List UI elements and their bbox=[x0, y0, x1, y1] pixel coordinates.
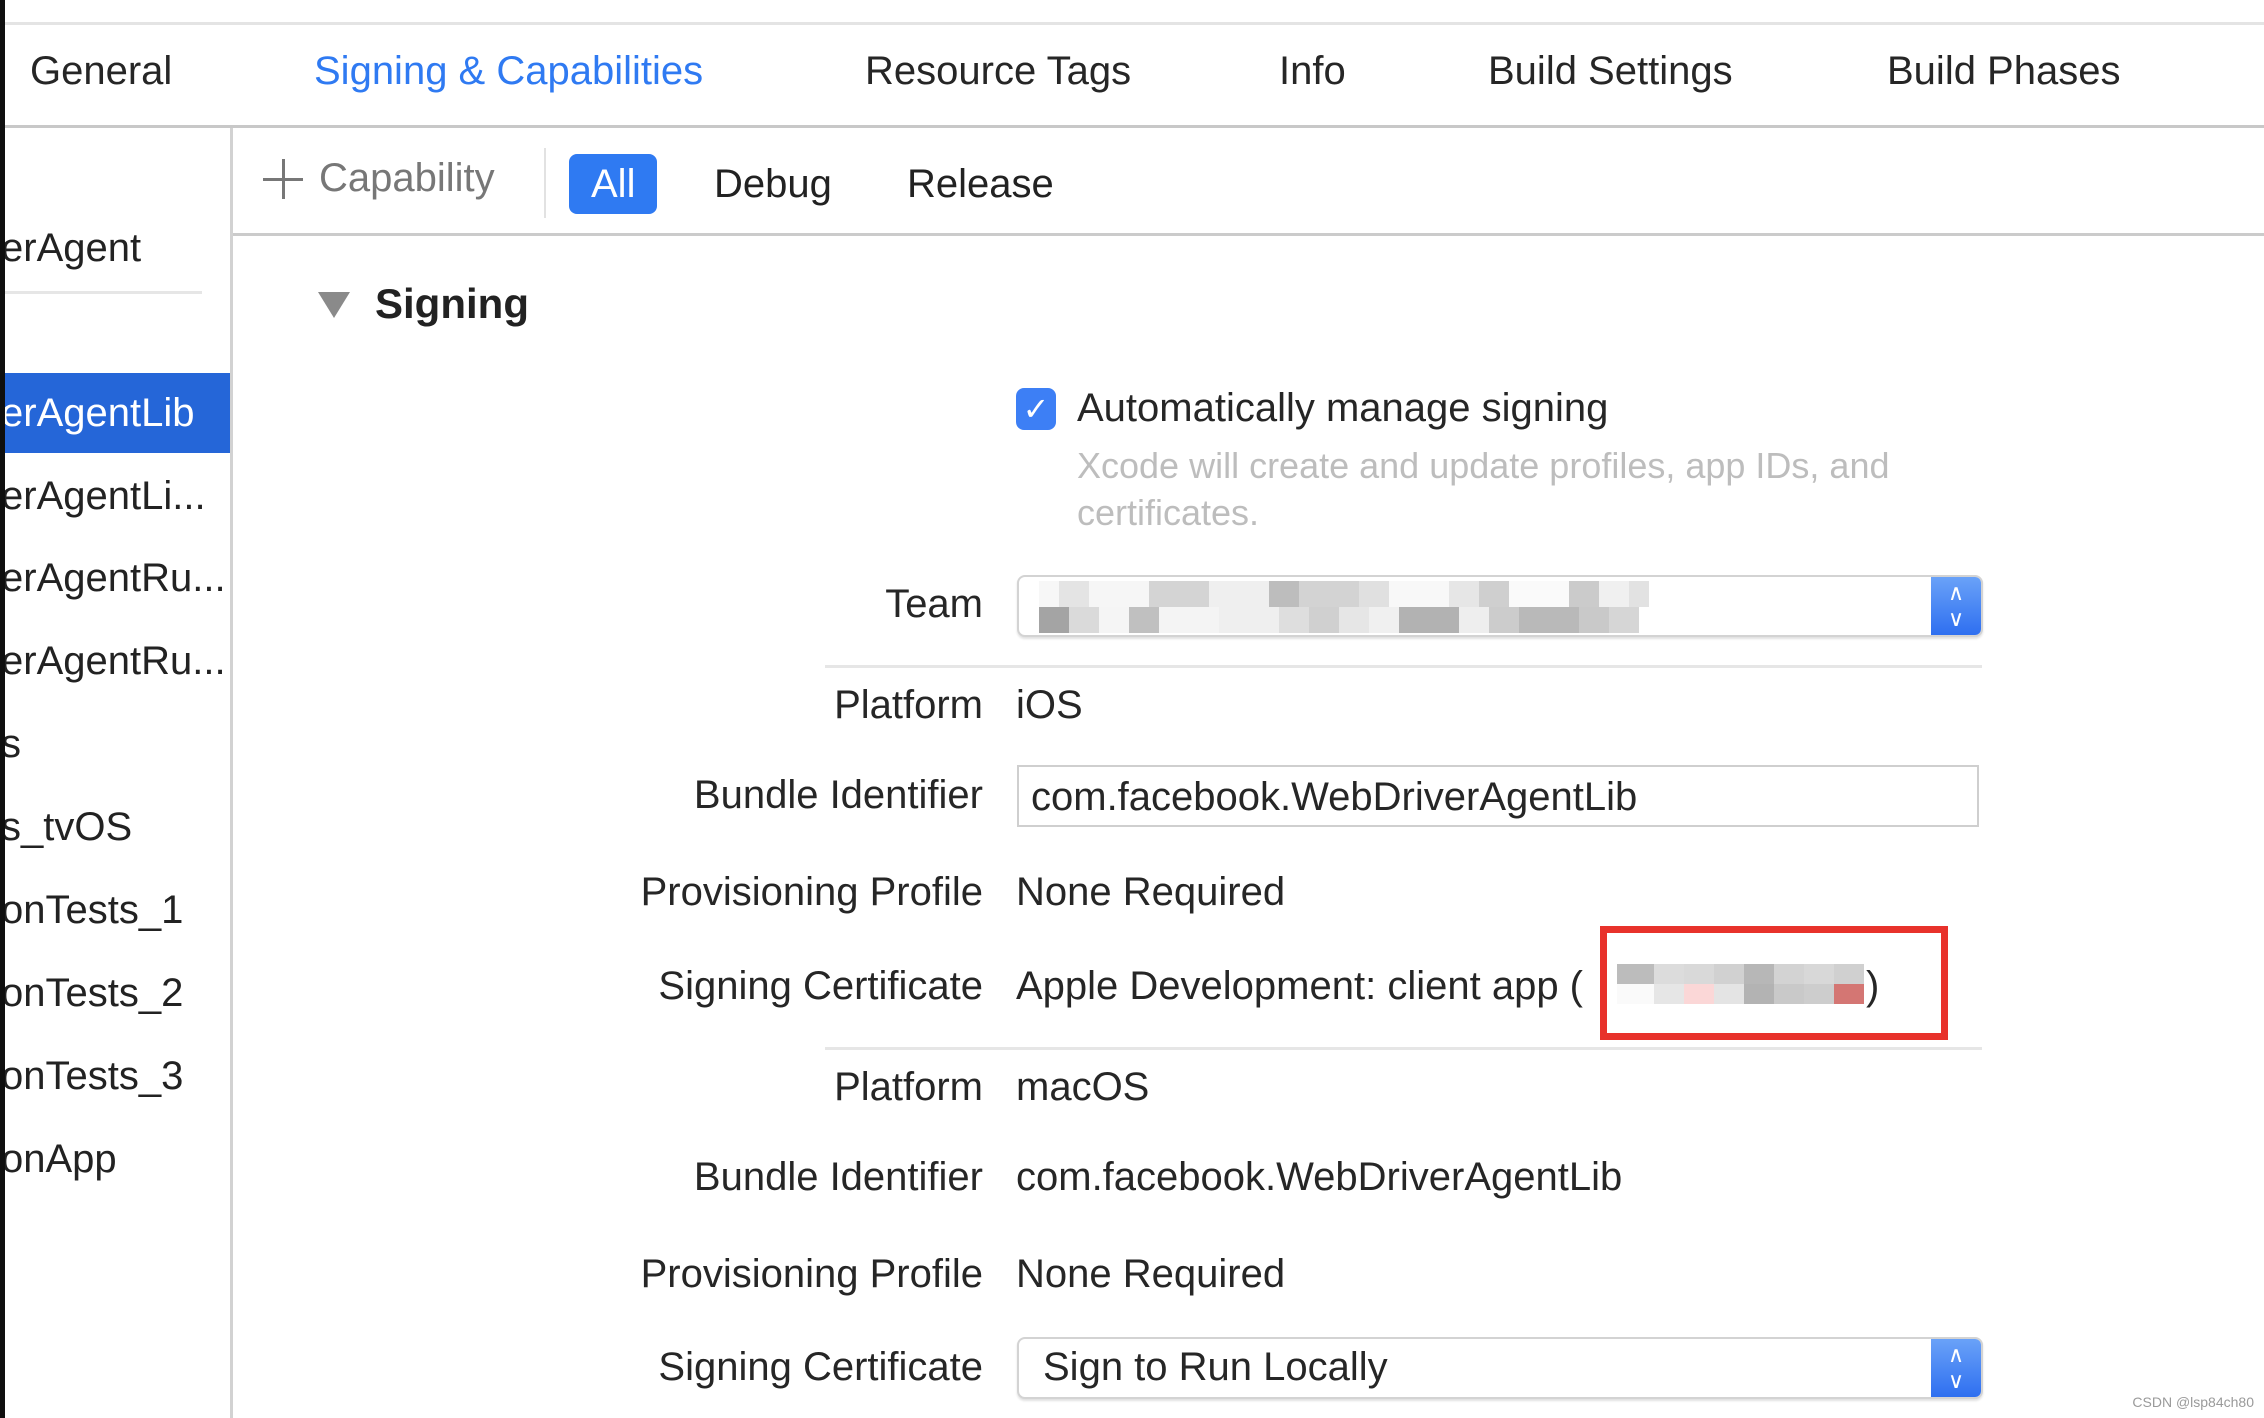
auto-manage-help-text: Xcode will create and update profiles, a… bbox=[1077, 445, 1890, 533]
tab-info[interactable]: Info bbox=[1279, 49, 1346, 94]
sidebar-divider-vertical[interactable] bbox=[230, 128, 233, 1418]
sidebar-target-item[interactable]: onApp bbox=[5, 1119, 231, 1199]
signing-certificate-popup[interactable]: Sign to Run Locally ∧ ∨ bbox=[1017, 1337, 1983, 1399]
platform-value-ios: iOS bbox=[1016, 683, 1083, 727]
sidebar-item-label: erAgent bbox=[5, 226, 142, 270]
redacted-team-name bbox=[1039, 581, 1659, 633]
chevron-up-icon: ∧ bbox=[1947, 580, 1965, 605]
bundle-identifier-label: Bundle Identifier bbox=[693, 1155, 983, 1199]
tab-general[interactable]: General bbox=[30, 49, 172, 94]
sidebar-target-item[interactable]: onTests_1 bbox=[5, 870, 231, 950]
chevron-up-icon: ∧ bbox=[1947, 1342, 1965, 1367]
bundle-identifier-label: Bundle Identifier bbox=[693, 773, 983, 817]
filter-release[interactable]: Release bbox=[907, 154, 1054, 214]
chevron-down-icon: ∨ bbox=[1947, 606, 1965, 631]
sidebar-target-item[interactable]: erAgentLi... bbox=[5, 456, 231, 536]
sidebar-target-item[interactable]: erAgentRu... bbox=[5, 538, 231, 618]
sidebar-item-label: onTests_1 bbox=[5, 888, 184, 932]
sidebar-target-item[interactable]: onTests_3 bbox=[5, 1036, 231, 1116]
auto-manage-signing-label[interactable]: Automatically manage signing bbox=[1077, 386, 1608, 431]
toolbar-divider-horizontal bbox=[233, 233, 2264, 236]
signing-certificate-value: Apple Development: client app ( bbox=[1016, 964, 1583, 1008]
bundle-identifier-field[interactable]: com.facebook.WebDriverAgentLib bbox=[1017, 765, 1979, 827]
platform-label: Platform bbox=[834, 1065, 983, 1109]
provisioning-profile-label: Provisioning Profile bbox=[640, 870, 983, 914]
tab-build-phases[interactable]: Build Phases bbox=[1887, 49, 2120, 94]
sidebar-item-label: erAgentLib bbox=[5, 391, 195, 435]
targets-sidebar: erAgent erAgentLib erAgentLi... erAgentR… bbox=[5, 128, 231, 1418]
highlight-annotation-box bbox=[1600, 926, 1948, 1040]
add-capability-label: Capability bbox=[319, 156, 495, 200]
signing-certificate-label: Signing Certificate bbox=[658, 964, 983, 1008]
editor-tab-bar: General Signing & Capabilities Resource … bbox=[5, 25, 2264, 125]
bundle-identifier-value: com.facebook.WebDriverAgentLib bbox=[1016, 1155, 1623, 1199]
sidebar-item-label: onTests_2 bbox=[5, 971, 184, 1015]
filter-debug[interactable]: Debug bbox=[714, 154, 832, 214]
sidebar-item-label: s bbox=[5, 722, 21, 766]
sidebar-item-label: erAgentLi... bbox=[5, 474, 206, 518]
tab-signing-capabilities[interactable]: Signing & Capabilities bbox=[314, 49, 703, 94]
sidebar-item-label: onTests_3 bbox=[5, 1054, 184, 1098]
chevron-down-icon: ∨ bbox=[1947, 1368, 1965, 1393]
sidebar-target-item[interactable]: erAgentRu... bbox=[5, 621, 231, 701]
sidebar-divider bbox=[5, 291, 202, 294]
tab-build-settings[interactable]: Build Settings bbox=[1488, 49, 1733, 94]
sidebar-item-label: s_tvOS bbox=[5, 805, 133, 849]
platform-label: Platform bbox=[834, 683, 983, 727]
sidebar-target-item[interactable]: erAgentLib bbox=[5, 373, 231, 453]
watermark: CSDN @lsp84ch80 bbox=[2132, 1394, 2254, 1410]
toolbar-divider bbox=[544, 148, 546, 218]
sidebar-project-item[interactable]: erAgent bbox=[5, 208, 231, 288]
disclosure-triangle-icon[interactable] bbox=[318, 292, 350, 318]
team-popup-stepper[interactable]: ∧ ∨ bbox=[1931, 577, 1981, 635]
platform-value-macos: macOS bbox=[1016, 1065, 1150, 1109]
sidebar-target-item[interactable]: s bbox=[5, 704, 231, 784]
team-popup[interactable]: ∧ ∨ bbox=[1017, 575, 1983, 637]
provisioning-profile-value: None Required bbox=[1016, 1252, 1286, 1296]
section-title-signing: Signing bbox=[375, 280, 529, 327]
row-separator bbox=[825, 665, 1982, 668]
team-label: Team bbox=[885, 582, 983, 626]
sidebar-item-label: onApp bbox=[5, 1137, 117, 1181]
capabilities-toolbar: Capability All Debug Release bbox=[233, 128, 2264, 234]
checkmark-icon: ✓ bbox=[1022, 391, 1050, 427]
bundle-identifier-value: com.facebook.WebDriverAgentLib bbox=[1031, 775, 1638, 819]
signing-certificate-selected: Sign to Run Locally bbox=[1043, 1345, 1388, 1389]
signing-certificate-label: Signing Certificate bbox=[658, 1345, 983, 1389]
sidebar-target-item[interactable]: s_tvOS bbox=[5, 787, 231, 867]
add-capability-button[interactable]: Capability bbox=[263, 156, 495, 201]
provisioning-profile-value: None Required bbox=[1016, 870, 1286, 914]
sidebar-item-label: erAgentRu... bbox=[5, 639, 226, 683]
sidebar-item-label: erAgentRu... bbox=[5, 556, 226, 600]
row-separator bbox=[825, 1047, 1982, 1050]
provisioning-profile-label: Provisioning Profile bbox=[640, 1252, 983, 1296]
filter-all[interactable]: All bbox=[569, 154, 658, 214]
auto-manage-signing-checkbox[interactable]: ✓ bbox=[1016, 388, 1056, 430]
certificate-popup-stepper[interactable]: ∧ ∨ bbox=[1931, 1339, 1981, 1397]
plus-icon bbox=[263, 158, 303, 199]
sidebar-target-item[interactable]: onTests_2 bbox=[5, 953, 231, 1033]
tab-resource-tags[interactable]: Resource Tags bbox=[865, 49, 1131, 94]
